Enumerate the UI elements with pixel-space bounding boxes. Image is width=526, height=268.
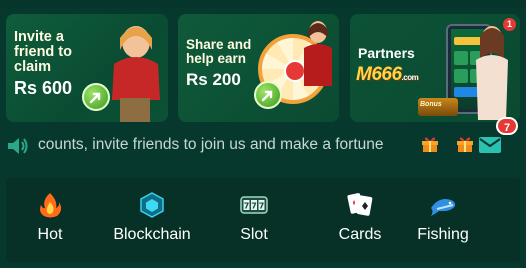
promo-girl-illustration xyxy=(476,26,508,120)
share-arrow-button[interactable] xyxy=(254,81,282,109)
share-banner-text: Share and help earn xyxy=(186,37,252,67)
share-earn-banner[interactable]: Share and help earn Rs 200 xyxy=(178,14,339,122)
share-banner-amount: Rs 200 xyxy=(186,70,241,89)
gift-icon[interactable] xyxy=(456,135,474,153)
mail-count-badge: 7 xyxy=(496,117,518,135)
share-arrow-button[interactable] xyxy=(82,83,110,111)
announcement-bar: counts, invite friends to join us and ma… xyxy=(0,128,526,162)
announcement-text: counts, invite friends to join us and ma… xyxy=(38,136,384,153)
brand-logo: M666.com xyxy=(356,64,419,85)
share-arrow-icon xyxy=(89,92,101,104)
slot-777-icon: 7 7 7 xyxy=(240,196,268,214)
category-label: Hot xyxy=(37,226,63,243)
category-fishing[interactable]: Fishing xyxy=(393,178,493,262)
mail-icon[interactable] xyxy=(479,137,501,153)
svg-text:7: 7 xyxy=(244,202,250,211)
svg-text:7: 7 xyxy=(251,202,257,211)
partners-banner[interactable]: Partners M666.com 1 Bonus xyxy=(350,14,520,122)
share-arrow-icon xyxy=(261,90,273,102)
category-blockchain[interactable]: Blockchain xyxy=(107,178,197,262)
gift-icon[interactable] xyxy=(421,135,439,153)
treasure-chest-icon: Bonus xyxy=(418,98,458,116)
category-slot[interactable]: 7 7 7 Slot xyxy=(209,178,299,262)
category-label: Fishing xyxy=(417,226,469,243)
invite-banner-amount: Rs 600 xyxy=(14,78,73,98)
playing-cards-icon xyxy=(347,193,373,216)
category-cards[interactable]: Cards xyxy=(315,178,405,262)
category-label: Blockchain xyxy=(113,226,191,243)
invite-friend-banner[interactable]: Invite a friend to claim Rs 600 xyxy=(6,14,168,122)
speaker-icon xyxy=(8,138,28,154)
promo-girl-illustration xyxy=(304,21,332,86)
category-hot[interactable]: Hot xyxy=(5,178,95,262)
category-label: Cards xyxy=(338,226,382,243)
top-strip xyxy=(0,0,526,8)
fire-icon xyxy=(40,193,62,218)
fish-icon xyxy=(431,199,456,216)
game-category-bar: Hot Blockchain 7 7 7 Slot Cards Fishing xyxy=(6,178,520,262)
svg-text:7: 7 xyxy=(259,202,265,211)
promo-girl-illustration xyxy=(112,26,160,122)
blockchain-icon xyxy=(140,192,164,218)
invite-banner-text: Invite a friend to claim xyxy=(14,29,72,76)
partners-title: Partners xyxy=(358,45,415,61)
category-label: Slot xyxy=(240,226,268,243)
